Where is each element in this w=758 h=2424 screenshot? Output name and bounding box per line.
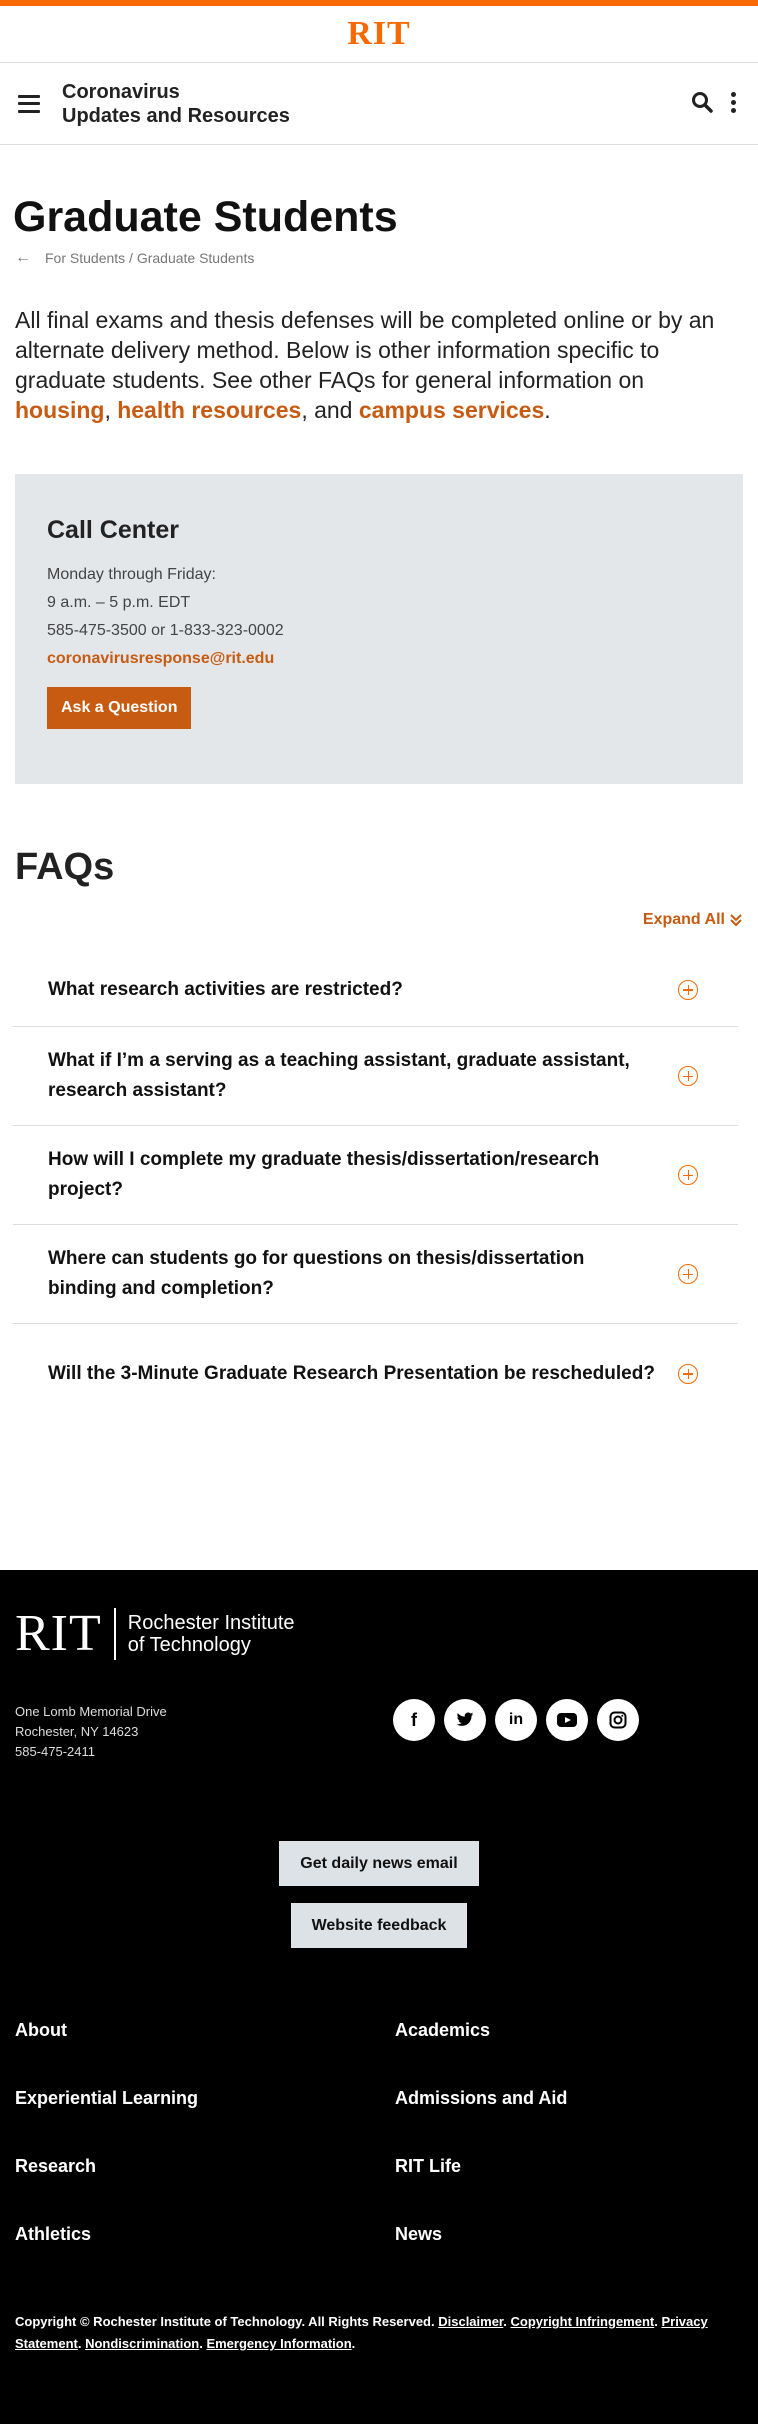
expand-all-button[interactable]: Expand All: [0, 911, 758, 929]
footer-nav-about[interactable]: About: [15, 2020, 67, 2041]
faq-question: Where can students go for questions on t…: [48, 1248, 585, 1299]
copyright-text: Copyright © Rochester Institute of Techn…: [15, 2314, 435, 2329]
linkedin-icon[interactable]: in: [495, 1699, 537, 1741]
call-center-panel: Call Center Monday through Friday: 9 a.m…: [15, 474, 743, 784]
campus-services-link[interactable]: campus services: [359, 397, 544, 423]
copyright-notice: Copyright © Rochester Institute of Techn…: [15, 2314, 708, 2351]
site-title[interactable]: Coronavirus Updates and Resources: [62, 80, 290, 128]
footer-logo[interactable]: RIT Rochester Institute of Technology: [15, 1608, 295, 1660]
footer-phone[interactable]: 585-475-2411: [15, 1742, 167, 1762]
faq-item[interactable]: Where can students go for questions on t…: [13, 1225, 738, 1324]
website-feedback-button[interactable]: Website feedback: [291, 1903, 467, 1948]
footer-name-line2: of Technology: [127, 1634, 251, 1656]
call-center-phone: 585-475-3500 or 1-833-323-0002: [47, 622, 284, 639]
footer-address: One Lomb Memorial Drive Rochester, NY 14…: [15, 1702, 167, 1762]
site-title-line2: Updates and Resources: [62, 104, 290, 127]
footer-nav-academics[interactable]: Academics: [395, 2020, 490, 2041]
facebook-icon[interactable]: f: [393, 1699, 435, 1741]
copyright-infringement-link[interactable]: Copyright Infringement: [511, 2314, 655, 2329]
faqs-section: FAQs: [0, 784, 758, 889]
footer-nav-athletics[interactable]: Athletics: [15, 2224, 91, 2245]
site-footer: RIT Rochester Institute of Technology On…: [0, 1570, 758, 2424]
faq-item[interactable]: What if I’m a serving as a teaching assi…: [13, 1027, 738, 1126]
disclaimer-link[interactable]: Disclaimer: [438, 2314, 503, 2329]
youtube-icon[interactable]: [546, 1699, 588, 1741]
social-links: f in: [393, 1699, 639, 1741]
site-title-line1: Coronavirus: [62, 80, 180, 103]
menu-icon[interactable]: [18, 94, 40, 113]
instagram-icon[interactable]: [597, 1699, 639, 1741]
expand-plus-icon[interactable]: [678, 979, 698, 1000]
address-line2: Rochester, NY 14623: [15, 1724, 139, 1739]
intro-separator: , and: [301, 397, 353, 423]
intro-text: All final exams and thesis defenses will…: [15, 307, 715, 393]
rit-logo[interactable]: RIT: [347, 15, 410, 53]
housing-link[interactable]: housing: [15, 397, 104, 423]
back-arrow-icon[interactable]: ←: [15, 249, 31, 267]
faq-item[interactable]: How will I complete my graduate thesis/d…: [13, 1126, 738, 1225]
faq-question: How will I complete my graduate thesis/d…: [48, 1149, 600, 1200]
address-line1: One Lomb Memorial Drive: [15, 1704, 167, 1719]
expand-plus-icon[interactable]: [678, 1264, 698, 1284]
breadcrumb-path[interactable]: For Students / Graduate Students: [45, 250, 254, 266]
faq-list: What research activities are restricted?…: [13, 953, 738, 1423]
nondiscrimination-link[interactable]: Nondiscrimination: [85, 2336, 199, 2351]
call-center-email-link[interactable]: coronavirusresponse@rit.edu: [47, 645, 711, 673]
expand-plus-icon[interactable]: [678, 1066, 698, 1086]
footer-institute-name: Rochester Institute of Technology: [116, 1612, 295, 1656]
emergency-information-link[interactable]: Emergency Information: [206, 2336, 351, 2351]
faq-question: What research activities are restricted?: [48, 978, 403, 1000]
intro-paragraph: All final exams and thesis defenses will…: [0, 267, 758, 425]
footer-nav-rit-life[interactable]: RIT Life: [395, 2156, 461, 2177]
faqs-heading: FAQs: [15, 846, 115, 888]
footer-nav-news[interactable]: News: [395, 2224, 442, 2245]
faq-question: Will the 3-Minute Graduate Research Pres…: [48, 1362, 655, 1384]
search-icon[interactable]: [691, 91, 713, 113]
footer-nav-research[interactable]: Research: [15, 2156, 96, 2177]
breadcrumb: ← For Students / Graduate Students: [0, 241, 758, 267]
double-chevron-down-icon: [730, 914, 742, 927]
footer-nav-admissions[interactable]: Admissions and Aid: [395, 2088, 567, 2109]
faq-question: What if I’m a serving as a teaching assi…: [48, 1050, 630, 1101]
expand-plus-icon[interactable]: [678, 1165, 698, 1185]
call-center-hours: 9 a.m. – 5 p.m. EDT: [47, 594, 191, 611]
ask-question-button[interactable]: Ask a Question: [47, 687, 192, 729]
brand-bar: RIT: [0, 6, 758, 63]
expand-plus-icon[interactable]: [678, 1363, 698, 1384]
page-title: Graduate Students: [13, 193, 398, 241]
footer-name-line1: Rochester Institute: [127, 1612, 295, 1634]
call-center-days: Monday through Friday:: [47, 566, 216, 583]
footer-nav-experiential-learning[interactable]: Experiential Learning: [15, 2088, 198, 2109]
expand-all-label: Expand All: [642, 911, 725, 928]
health-resources-link[interactable]: health resources: [117, 397, 301, 423]
intro-separator: ,: [104, 397, 111, 423]
faq-item[interactable]: What research activities are restricted?: [13, 953, 738, 1027]
daily-news-email-button[interactable]: Get daily news email: [279, 1841, 479, 1886]
site-header: Coronavirus Updates and Resources: [0, 63, 758, 145]
call-center-heading: Call Center: [47, 516, 179, 544]
intro-end: .: [544, 397, 551, 423]
faq-item[interactable]: Will the 3-Minute Graduate Research Pres…: [13, 1324, 738, 1423]
twitter-icon[interactable]: [444, 1699, 486, 1741]
footer-rit-wordmark: RIT: [15, 1608, 116, 1660]
more-options-icon[interactable]: [731, 91, 736, 113]
